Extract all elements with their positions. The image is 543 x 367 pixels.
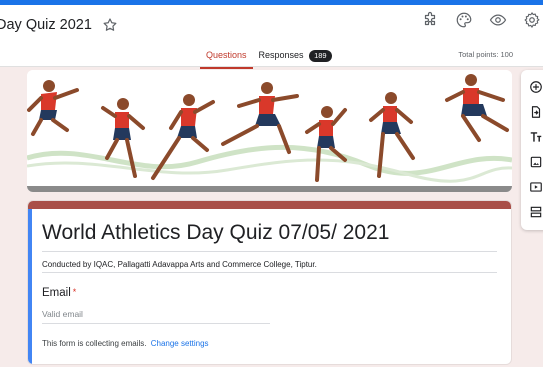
settings-icon[interactable] xyxy=(521,9,543,31)
add-section-icon[interactable] xyxy=(529,205,543,219)
form-title[interactable]: World Athletics Day Quiz 07/05/ 2021 xyxy=(42,221,389,245)
change-settings-link[interactable]: Change settings xyxy=(151,339,209,348)
header-banner-image xyxy=(27,70,512,192)
form-description[interactable]: Conducted by IQAC, Pallagatti Adavappa A… xyxy=(42,260,317,269)
form-header-card: World Athletics Day Quiz 07/05/ 2021 Con… xyxy=(27,200,512,365)
description-divider xyxy=(42,272,497,273)
header-actions xyxy=(419,9,543,31)
add-title-icon[interactable] xyxy=(529,130,543,144)
email-label-text: Email xyxy=(42,287,71,299)
top-bar: Day Quiz 2021 Questions Responses 189 To… xyxy=(0,0,543,69)
email-label: Email * xyxy=(42,287,76,299)
tab-responses[interactable]: Responses 189 xyxy=(253,47,338,69)
add-image-icon[interactable] xyxy=(529,155,543,169)
preview-icon[interactable] xyxy=(487,9,509,31)
tab-questions[interactable]: Questions xyxy=(200,47,253,69)
document-title[interactable]: Day Quiz 2021 xyxy=(0,17,92,33)
addon-icon[interactable] xyxy=(419,9,441,31)
tab-responses-label: Responses xyxy=(258,50,304,60)
side-toolbar xyxy=(521,70,543,230)
form-tabs: Questions Responses 189 xyxy=(200,47,338,71)
required-asterisk: * xyxy=(72,287,77,297)
title-divider xyxy=(42,251,497,252)
add-question-icon[interactable] xyxy=(529,80,543,94)
palette-icon[interactable] xyxy=(453,9,475,31)
card-focus-indicator xyxy=(28,209,32,364)
email-field[interactable] xyxy=(42,309,270,324)
responses-count-badge: 189 xyxy=(309,50,332,62)
athletes-illustration xyxy=(27,70,512,192)
collecting-emails-text: This form is collecting emails. xyxy=(42,339,147,348)
import-questions-icon[interactable] xyxy=(529,105,543,119)
total-points: Total points: 100 xyxy=(458,50,513,59)
collecting-emails-note: This form is collecting emails. Change s… xyxy=(42,339,209,348)
star-icon[interactable] xyxy=(102,17,118,33)
add-video-icon[interactable] xyxy=(529,180,543,194)
tab-questions-label: Questions xyxy=(206,50,247,60)
card-theme-strip xyxy=(28,201,511,209)
title-row: Day Quiz 2021 xyxy=(0,12,118,38)
